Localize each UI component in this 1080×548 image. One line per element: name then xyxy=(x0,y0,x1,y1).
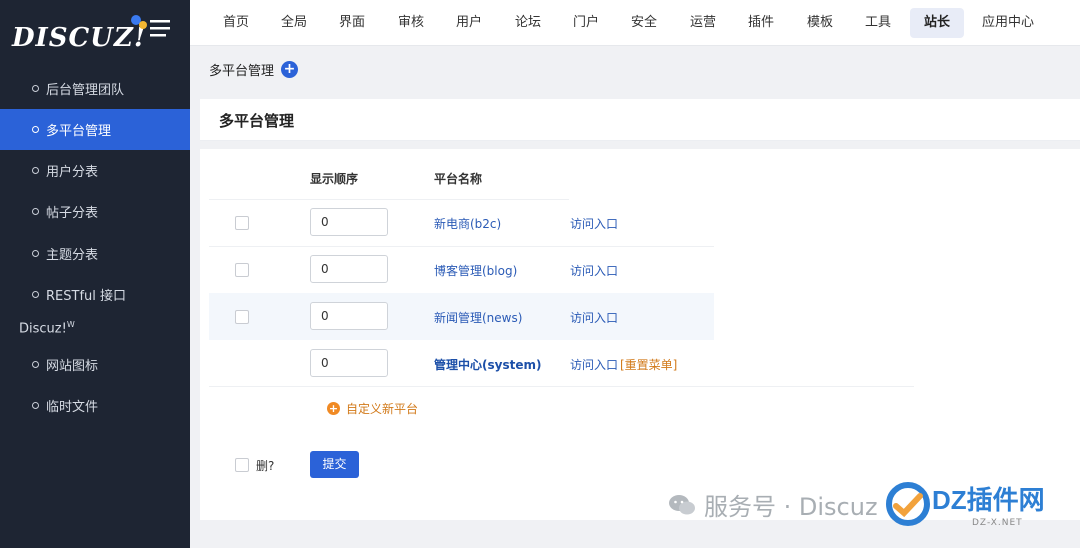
bullet-icon xyxy=(32,167,39,174)
nav-tools[interactable]: 工具 xyxy=(856,8,900,38)
bullet-icon xyxy=(32,208,39,215)
submit-button[interactable]: 提交 xyxy=(310,451,359,478)
sidebar-item-site-icon[interactable]: 网站图标 xyxy=(0,344,190,385)
sidebar-item-label: 多平台管理 xyxy=(46,124,112,139)
add-platform-button[interactable]: + 自定义新平台 xyxy=(327,400,418,417)
nav-forum[interactable]: 论坛 xyxy=(506,8,550,38)
reset-menu-link[interactable]: [重置菜单] xyxy=(620,356,677,373)
sidebar-group-discuz: Discuz!W xyxy=(19,320,75,336)
order-input[interactable]: 0 xyxy=(310,302,388,330)
sidebar-item-user-split[interactable]: 用户分表 xyxy=(0,150,190,191)
sidebar-item-temp-files[interactable]: 临时文件 xyxy=(0,385,190,426)
watermark: 服务号 · Discuz xyxy=(668,487,878,522)
menu-icon[interactable] xyxy=(126,0,176,40)
wechat-icon xyxy=(669,494,695,514)
sidebar-item-label: RESTful 接口 xyxy=(46,289,126,304)
row-checkbox[interactable] xyxy=(235,263,249,277)
nav-interface[interactable]: 界面 xyxy=(330,8,374,38)
bullet-icon xyxy=(32,250,39,257)
sidebar-item-label: 临时文件 xyxy=(46,400,99,415)
bullet-icon xyxy=(32,126,39,133)
bullet-icon xyxy=(32,291,39,298)
panel-header: 多平台管理 xyxy=(200,99,1080,141)
brand-name: DZ插件网 xyxy=(932,485,1045,515)
nav-portal[interactable]: 门户 xyxy=(564,8,608,38)
sidebar-item-label: 用户分表 xyxy=(46,165,99,180)
delete-checkbox[interactable] xyxy=(235,458,249,472)
sidebar-group-label: Discuz! xyxy=(19,321,67,337)
nav-operations[interactable]: 运营 xyxy=(681,8,725,38)
sidebar-item-restful[interactable]: RESTful 接口 xyxy=(0,274,190,315)
order-input[interactable]: 0 xyxy=(310,255,388,283)
nav-global[interactable]: 全局 xyxy=(272,8,316,38)
dz-logo-icon xyxy=(886,482,930,526)
row-divider xyxy=(209,246,714,247)
column-header-order: 显示顺序 xyxy=(310,172,359,186)
watermark-text: 服务号 · Discuz xyxy=(704,493,878,521)
order-input[interactable]: 0 xyxy=(310,208,388,236)
top-nav: 首页 全局 界面 审核 用户 论坛 门户 安全 运营 插件 模板 工具 站长 应… xyxy=(190,0,1080,46)
row-checkbox[interactable] xyxy=(235,310,249,324)
visit-link[interactable]: 访问入口 xyxy=(570,356,618,373)
sidebar-item-post-split[interactable]: 帖子分表 xyxy=(0,191,190,232)
sidebar-group-sup: W xyxy=(66,320,75,329)
visit-link[interactable]: 访问入口 xyxy=(570,309,618,326)
platform-name-link[interactable]: 博客管理(blog) xyxy=(434,262,517,279)
sidebar-item-label: 后台管理团队 xyxy=(46,83,125,98)
nav-review[interactable]: 审核 xyxy=(389,8,433,38)
delete-label: 删? xyxy=(256,459,275,473)
nav-plugins[interactable]: 插件 xyxy=(739,8,783,38)
sidebar-item-label: 帖子分表 xyxy=(46,206,99,221)
visit-link[interactable]: 访问入口 xyxy=(570,262,618,279)
platform-name-link[interactable]: 新电商(b2c) xyxy=(434,215,501,232)
brand-watermark: DZ插件网 DZ-X.NET xyxy=(884,478,1080,534)
sidebar-item-thread-split[interactable]: 主题分表 xyxy=(0,233,190,274)
header-divider xyxy=(209,199,569,200)
add-platform-label: 自定义新平台 xyxy=(346,402,419,416)
bullet-icon xyxy=(32,361,39,368)
column-header-name: 平台名称 xyxy=(434,172,483,186)
sidebar-item-multi-platform[interactable]: 多平台管理 xyxy=(0,109,190,150)
nav-home[interactable]: 首页 xyxy=(214,8,258,38)
sidebar: DISCUZ! 后台管理团队 多平台管理 用户分表 帖子分表 主题分表 REST… xyxy=(0,0,190,548)
order-input[interactable]: 0 xyxy=(310,349,388,377)
sidebar-item-label: 主题分表 xyxy=(46,248,99,263)
nav-templates[interactable]: 模板 xyxy=(798,8,842,38)
platform-name-link[interactable]: 管理中心(system) xyxy=(434,356,541,373)
plus-circle-icon[interactable]: + xyxy=(281,61,299,78)
sidebar-item-admin-team[interactable]: 后台管理团队 xyxy=(0,68,190,109)
platform-name-link[interactable]: 新闻管理(news) xyxy=(434,309,522,326)
plus-circle-icon: + xyxy=(327,402,340,415)
visit-link[interactable]: 访问入口 xyxy=(570,215,618,232)
nav-users[interactable]: 用户 xyxy=(447,8,491,38)
page-title: 多平台管理 xyxy=(219,112,295,130)
nav-app-center[interactable]: 应用中心 xyxy=(976,8,1040,38)
bullet-icon xyxy=(32,85,39,92)
breadcrumb: 多平台管理 + xyxy=(209,60,299,79)
breadcrumb-title: 多平台管理 xyxy=(209,64,275,79)
row-checkbox[interactable] xyxy=(235,216,249,230)
brand-url: DZ-X.NET xyxy=(972,518,1023,528)
nav-webmaster[interactable]: 站长 xyxy=(910,8,964,38)
sidebar-item-label: 网站图标 xyxy=(46,359,99,374)
bullet-icon xyxy=(32,402,39,409)
nav-security[interactable]: 安全 xyxy=(622,8,666,38)
row-divider xyxy=(209,386,914,387)
